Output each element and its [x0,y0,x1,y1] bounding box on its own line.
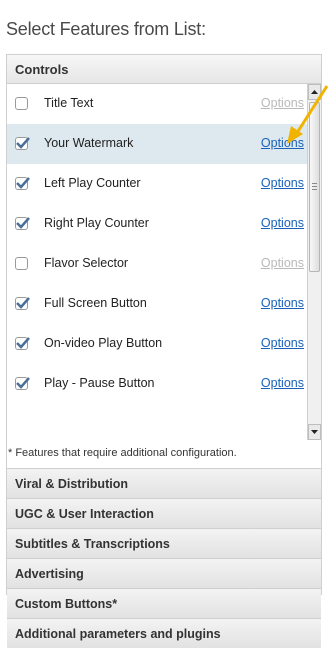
options-link[interactable]: Options [261,336,304,350]
feature-label: Right Play Counter [44,216,149,230]
feature-label: Full Screen Button [44,296,147,310]
feature-label: Left Play Counter [44,176,141,190]
section-advertising[interactable]: Advertising [7,558,321,588]
feature-row-full-screen-button: Full Screen Button Options [7,284,307,324]
grip-line [312,183,317,184]
options-link[interactable]: Options [261,376,304,390]
feature-list: Title Text Options Your Watermark Option… [7,84,321,440]
options-link: Options [260,256,304,270]
section-custom-buttons[interactable]: Custom Buttons* [7,588,321,618]
feature-row-flavor-selector: Flavor Selector Options [7,244,307,284]
feature-label: Your Watermark [44,136,134,150]
feature-label: On-video Play Button [44,336,163,350]
page-title: Select Features from List: [6,19,206,39]
feature-checkbox[interactable] [15,377,30,390]
options-link[interactable]: Options [261,176,304,190]
feature-row-right-play-counter: Right Play Counter Options [7,204,307,244]
feature-checkbox[interactable] [15,297,30,310]
feature-checkbox[interactable] [15,217,30,230]
feature-label: Flavor Selector [44,256,129,270]
triangle-down-icon [311,430,318,434]
scroll-down-button[interactable] [308,424,321,440]
section-additional-parameters[interactable]: Additional parameters and plugins [7,618,321,648]
feature-row-left-play-counter: Left Play Counter Options [7,164,307,204]
grip-line [312,186,317,187]
section-ugc-user-interaction[interactable]: UGC & User Interaction [7,498,321,528]
feature-label: Title Text [44,96,94,110]
feature-checkbox[interactable] [15,97,28,110]
options-link[interactable]: Options [261,296,304,310]
features-panel: Controls Title Text Options Your Waterma… [6,54,322,648]
feature-checkbox[interactable] [15,337,30,350]
grip-line [312,189,317,190]
options-link[interactable]: Options [261,216,304,230]
section-viral-distribution[interactable]: Viral & Distribution [7,468,321,498]
section-subtitles-transcriptions[interactable]: Subtitles & Transcriptions [7,528,321,558]
footnote: * Features that require additional confi… [8,447,237,459]
feature-row-title-text: Title Text Options [7,84,307,124]
feature-checkbox[interactable] [15,177,30,190]
feature-checkbox[interactable] [15,137,30,150]
feature-row-on-video-play-button: On-video Play Button Options [7,324,307,364]
feature-row-play-pause-button: Play - Pause Button Options [7,364,307,404]
feature-checkbox[interactable] [15,257,28,270]
feature-row-your-watermark: Your Watermark Options [7,124,307,164]
feature-label: Play - Pause Button [44,376,155,390]
section-header-controls[interactable]: Controls [7,55,321,84]
pointer-arrow-icon [287,85,329,144]
